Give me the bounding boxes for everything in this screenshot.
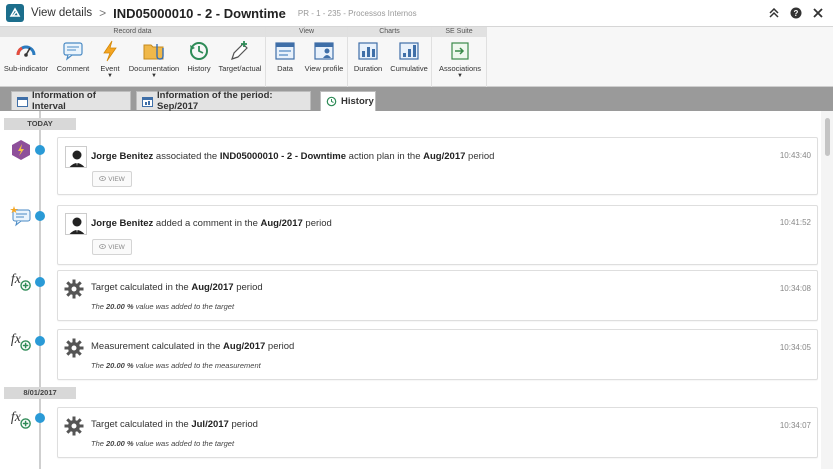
timeline-dot: [35, 145, 45, 155]
ribbon-group-title: Record data: [0, 27, 265, 37]
eye-icon: [99, 175, 107, 183]
date-badge-today: TODAY: [4, 118, 76, 130]
data-button[interactable]: Data: [272, 39, 298, 73]
tabs-bar: Information of Interval Information of t…: [0, 87, 833, 112]
gear-icon: [64, 338, 84, 358]
help-icon[interactable]: ?: [789, 5, 803, 21]
sub-indicator-button[interactable]: Sub-indicator: [3, 39, 49, 73]
event-hexagon-icon: [10, 139, 32, 161]
window-icon: [272, 39, 298, 63]
pen-plus-icon: [218, 39, 262, 63]
event-time: 10:43:40: [779, 151, 811, 160]
view-button[interactable]: VIEW: [92, 239, 132, 255]
cumulative-button[interactable]: Cumulative: [389, 39, 429, 73]
svg-text:fx: fx: [11, 331, 21, 346]
calendar-icon: [17, 96, 28, 107]
page-subtitle: PR - 1 - 235 - Processos Internos: [297, 8, 417, 18]
view-profile-button[interactable]: View profile: [303, 39, 345, 73]
gauge-icon: [3, 39, 49, 63]
target-actual-button[interactable]: Target/actual: [218, 39, 262, 73]
chevron-down-icon: ▼: [107, 73, 113, 79]
vertical-scrollbar[interactable]: [821, 111, 833, 469]
folder-clip-icon: [128, 39, 180, 63]
timeline-card: Target calculated in the Aug/2017 period…: [57, 270, 818, 321]
tab-information-of-interval[interactable]: Information of Interval: [11, 90, 131, 112]
tab-history[interactable]: History: [320, 91, 376, 111]
svg-text:fx: fx: [11, 409, 21, 424]
event-message: Jorge Benitez associated the IND05000010…: [91, 151, 495, 162]
timeline-dot: [35, 413, 45, 423]
history-icon: [184, 39, 214, 63]
formula-plus-icon: fx: [10, 329, 32, 351]
date-badge: 8/01/2017: [4, 387, 76, 399]
documentation-button[interactable]: Documentation ▼: [128, 39, 180, 79]
user-name: Jorge Benitez: [91, 218, 154, 229]
avatar: [65, 146, 87, 168]
event-message: Jorge Benitez added a comment in the Aug…: [91, 218, 332, 229]
formula-plus-icon: fx: [10, 269, 32, 291]
ribbon-group-title: View: [266, 27, 347, 37]
eye-icon: [99, 243, 107, 251]
close-icon[interactable]: [811, 5, 825, 21]
timeline-dot: [35, 336, 45, 346]
lightning-icon: [96, 39, 124, 63]
user-name: Jorge Benitez: [91, 151, 154, 162]
calendar-chart-icon: [142, 96, 153, 107]
gear-icon: [64, 279, 84, 299]
gear-icon: [64, 416, 84, 436]
event-detail: The 20.00 % value was added to the targe…: [91, 302, 235, 311]
tab-information-of-period[interactable]: Information of the period: Sep/2017: [136, 90, 311, 112]
timeline-card: Measurement calculated in the Aug/2017 p…: [57, 329, 818, 380]
history-button[interactable]: History: [184, 39, 214, 73]
event-message: Measurement calculated in the Aug/2017 p…: [91, 341, 295, 352]
breadcrumb-separator: >: [99, 6, 107, 20]
event-detail: The 20.00 % value was added to the targe…: [91, 439, 235, 448]
event-time: 10:34:07: [779, 421, 811, 430]
event-detail: The 20.00 % value was added to the measu…: [91, 361, 261, 370]
avatar: [65, 213, 87, 235]
history-timeline: TODAY Jorge Benitez associated the IND05…: [0, 111, 821, 469]
comment-new-icon: [10, 205, 32, 227]
associations-icon: [437, 39, 483, 63]
event-button[interactable]: Event ▼: [96, 39, 124, 79]
timeline-card: Jorge Benitez associated the IND05000010…: [57, 137, 818, 195]
tab-label: History: [341, 96, 374, 107]
page-title: IND05000010 - 2 - Downtime: [113, 5, 286, 21]
tab-label: Information of the period: Sep/2017: [157, 90, 273, 112]
timeline-dot: [35, 211, 45, 221]
ribbon-group-title: SE Suite: [432, 27, 486, 37]
timeline-dot: [35, 277, 45, 287]
associations-button[interactable]: Associations ▼: [437, 39, 483, 79]
svg-text:?: ?: [794, 9, 799, 18]
tab-label: Information of Interval: [32, 90, 96, 112]
event-time: 10:34:08: [779, 284, 811, 293]
duration-button[interactable]: Duration: [352, 39, 384, 73]
chevron-down-icon: ▼: [457, 73, 463, 79]
timeline-card: Jorge Benitez added a comment in the Aug…: [57, 205, 818, 265]
scrollbar-thumb[interactable]: [825, 118, 830, 156]
comment-button[interactable]: Comment: [55, 39, 91, 73]
stacked-chart-icon: [389, 39, 429, 63]
event-time: 10:41:52: [779, 218, 811, 227]
event-message: Target calculated in the Jul/2017 period: [91, 419, 258, 430]
view-button[interactable]: VIEW: [92, 171, 132, 187]
comment-icon: [55, 39, 91, 63]
app-logo-icon: [6, 4, 24, 22]
svg-text:fx: fx: [11, 271, 21, 286]
breadcrumb-view-details[interactable]: View details: [31, 7, 92, 19]
chevron-down-icon: ▼: [151, 73, 157, 79]
event-time: 10:34:05: [779, 343, 811, 352]
history-icon: [326, 96, 337, 107]
ribbon-toolbar: Record data View Charts SE Suite Sub-ind…: [0, 27, 833, 87]
collapse-icon[interactable]: [767, 5, 781, 21]
formula-plus-icon: fx: [10, 407, 32, 429]
ribbon-group-title: Charts: [348, 27, 431, 37]
profile-icon: [303, 39, 345, 63]
title-bar: View details > IND05000010 - 2 - Downtim…: [0, 0, 833, 27]
bar-chart-icon: [352, 39, 384, 63]
event-message: Target calculated in the Aug/2017 period: [91, 282, 263, 293]
timeline-card: Target calculated in the Jul/2017 period…: [57, 407, 818, 458]
